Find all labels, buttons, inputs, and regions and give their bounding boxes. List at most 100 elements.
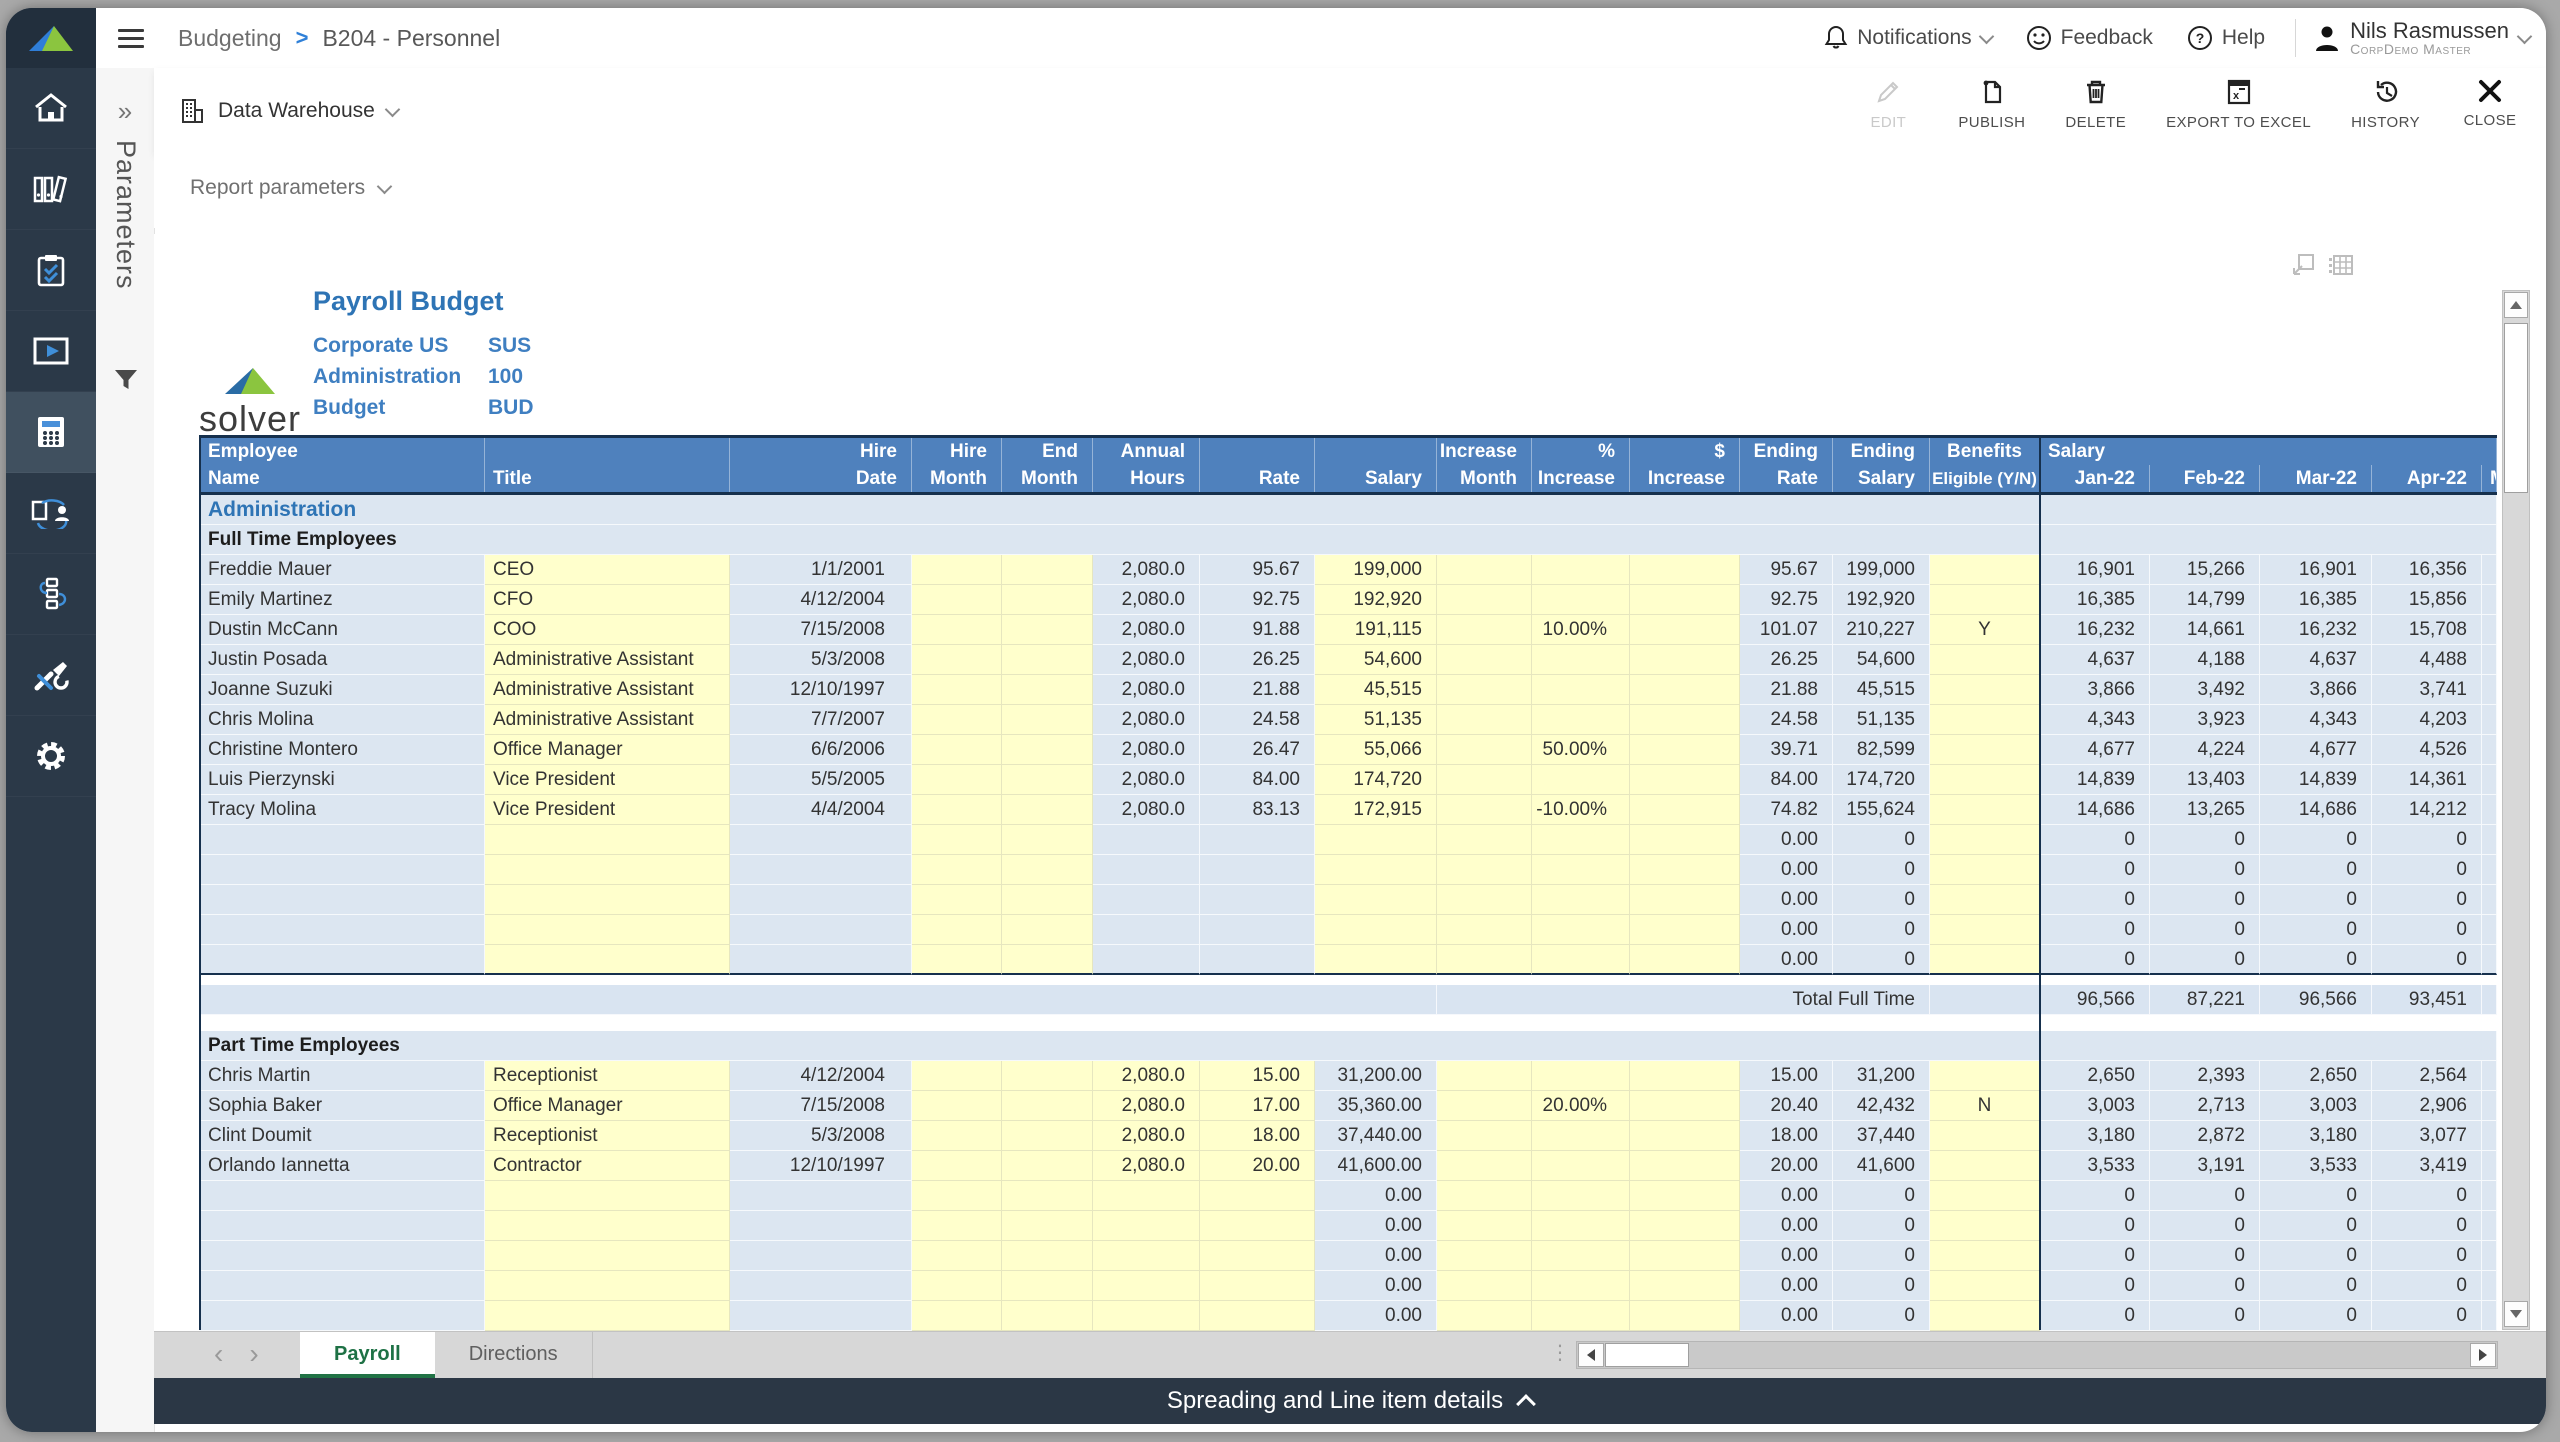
input-cell[interactable] [1437,615,1532,645]
input-cell[interactable] [1002,1271,1093,1301]
input-cell[interactable] [1930,1151,2040,1181]
input-cell[interactable] [1532,705,1630,735]
input-cell[interactable] [1437,1211,1532,1241]
input-cell[interactable] [1532,555,1630,585]
input-cell[interactable] [1437,555,1532,585]
input-cell[interactable] [1930,795,2040,825]
sidebar-item-presentations[interactable] [6,311,96,392]
input-cell[interactable] [1532,585,1630,615]
input-cell[interactable] [1002,1091,1093,1121]
input-cell[interactable] [1002,1211,1093,1241]
input-cell[interactable] [1930,555,2040,585]
input-cell[interactable] [1630,1061,1740,1091]
input-cell[interactable] [1437,645,1532,675]
input-cell[interactable] [485,855,730,885]
input-cell[interactable] [912,825,1002,855]
input-cell[interactable] [1630,945,1740,975]
input-cell[interactable] [1200,1181,1315,1211]
input-cell[interactable] [912,1181,1002,1211]
input-cell[interactable] [1437,585,1532,615]
input-cell[interactable] [1532,765,1630,795]
input-cell[interactable] [1002,825,1093,855]
input-cell[interactable]: 2,080.0 [1093,1121,1200,1151]
input-cell[interactable] [1093,1181,1200,1211]
input-cell[interactable] [1930,1181,2040,1211]
input-cell[interactable] [1437,795,1532,825]
input-cell[interactable] [1630,915,1740,945]
input-cell[interactable] [1093,1301,1200,1331]
input-cell[interactable] [1532,1241,1630,1271]
input-cell[interactable] [1532,915,1630,945]
input-cell[interactable] [1532,645,1630,675]
user-menu[interactable]: Nils Rasmussen CorpDemo Master [2314,19,2533,57]
delete-button[interactable]: DELETE [2065,78,2126,131]
input-cell[interactable] [1930,735,2040,765]
input-cell[interactable] [1630,825,1740,855]
sidebar-item-settings[interactable] [6,716,96,797]
input-cell[interactable] [1437,735,1532,765]
input-cell[interactable] [1093,1271,1200,1301]
input-cell[interactable]: 55,066 [1315,735,1437,765]
input-cell[interactable] [1630,855,1740,885]
scroll-down-button[interactable] [2504,1301,2528,1327]
input-cell[interactable] [1437,765,1532,795]
input-cell[interactable] [1930,825,2040,855]
input-cell[interactable] [1200,1241,1315,1271]
input-cell[interactable] [1002,765,1093,795]
breadcrumb-section[interactable]: Budgeting [178,25,282,52]
history-button[interactable]: HISTORY [2351,78,2420,131]
input-cell[interactable] [485,915,730,945]
input-cell[interactable] [1315,915,1437,945]
input-cell[interactable] [912,585,1002,615]
input-cell[interactable] [1630,795,1740,825]
input-cell[interactable]: Office Manager [485,1091,730,1121]
input-cell[interactable] [1630,885,1740,915]
input-cell[interactable] [1437,915,1532,945]
input-cell[interactable] [1315,945,1437,975]
open-fullscreen-icon[interactable] [2290,252,2316,283]
input-cell[interactable] [1002,915,1093,945]
input-cell[interactable]: 54,600 [1315,645,1437,675]
input-cell[interactable] [1930,1061,2040,1091]
input-cell[interactable] [1532,945,1630,975]
input-cell[interactable] [1532,1211,1630,1241]
input-cell[interactable] [1002,1301,1093,1331]
export-button[interactable]: x EXPORT TO EXCEL [2166,78,2311,131]
scroll-right-button[interactable] [2470,1343,2496,1367]
input-cell[interactable] [1930,1241,2040,1271]
input-cell[interactable] [485,885,730,915]
sidebar-item-tasks[interactable] [6,230,96,311]
input-cell[interactable] [1437,1151,1532,1181]
input-cell[interactable]: 199,000 [1315,555,1437,585]
input-cell[interactable] [1630,1121,1740,1151]
input-cell[interactable] [912,885,1002,915]
input-cell[interactable] [1437,1091,1532,1121]
input-cell[interactable] [1315,885,1437,915]
input-cell[interactable]: N [1930,1091,2040,1121]
sidebar-item-process[interactable] [6,554,96,635]
input-cell[interactable]: Contractor [485,1151,730,1181]
input-cell[interactable] [912,915,1002,945]
input-cell[interactable]: Receptionist [485,1121,730,1151]
horizontal-scroll-thumb[interactable] [1605,1343,1689,1367]
input-cell[interactable] [1437,855,1532,885]
input-cell[interactable] [1002,645,1093,675]
input-cell[interactable] [485,1271,730,1301]
input-cell[interactable]: 2,080.0 [1093,1061,1200,1091]
input-cell[interactable]: Office Manager [485,735,730,765]
scrollbar-drag-handle[interactable]: ⋮ [1550,1340,1570,1365]
input-cell[interactable]: 2,080.0 [1093,1151,1200,1181]
input-cell[interactable]: 50.00% [1532,735,1630,765]
input-cell[interactable] [1532,885,1630,915]
input-cell[interactable] [1200,1271,1315,1301]
sidebar-item-budgeting[interactable] [6,392,96,473]
input-cell[interactable]: -10.00% [1532,795,1630,825]
input-cell[interactable] [1532,1121,1630,1151]
input-cell[interactable] [1930,1121,2040,1151]
scroll-left-button[interactable] [1578,1343,1604,1367]
input-cell[interactable] [485,945,730,975]
input-cell[interactable] [1200,1301,1315,1331]
input-cell[interactable]: 191,115 [1315,615,1437,645]
input-cell[interactable] [1532,1181,1630,1211]
input-cell[interactable] [1630,675,1740,705]
